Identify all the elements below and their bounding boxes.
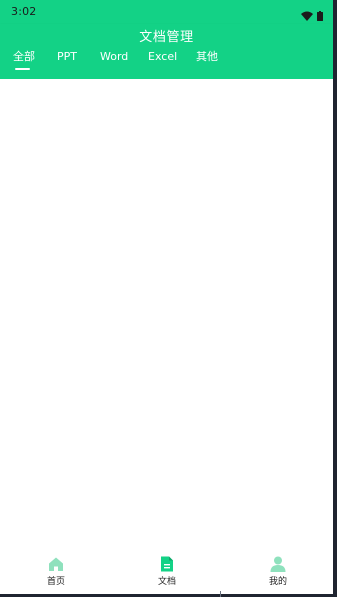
tab-excel[interactable]: Excel: [148, 49, 177, 65]
status-icons: [301, 6, 323, 25]
document-list-area: [0, 79, 333, 548]
nav-label-me: 我的: [268, 577, 287, 587]
nav-item-documents[interactable]: 文档: [137, 556, 197, 592]
home-icon: [48, 556, 64, 572]
person-icon: [270, 556, 286, 572]
nav-item-me[interactable]: 我的: [248, 556, 308, 592]
status-time: 3:02: [11, 5, 37, 18]
page-title: 文档管理: [139, 30, 194, 45]
tab-all[interactable]: 全部: [13, 49, 35, 65]
battery-icon: [317, 6, 323, 25]
phone-screen: 3:02 文档管理 全部 PPT Word Excel 其他 首页 文档 我的: [0, 0, 333, 594]
nav-label-documents: 文档: [157, 577, 176, 587]
tab-other[interactable]: 其他: [196, 49, 218, 65]
document-icon: [159, 556, 175, 572]
tab-word[interactable]: Word: [100, 49, 128, 65]
nav-label-home: 首页: [46, 577, 65, 587]
status-bar: 3:02: [0, 0, 333, 24]
wifi-icon: [301, 6, 313, 25]
app-header: 文档管理 全部 PPT Word Excel 其他: [0, 24, 333, 79]
tab-ppt[interactable]: PPT: [57, 49, 77, 65]
active-tab-indicator: [15, 68, 30, 70]
window-edge-mark: [220, 591, 221, 597]
bottom-nav: 首页 文档 我的: [0, 548, 333, 594]
nav-item-home[interactable]: 首页: [26, 556, 86, 592]
tab-bar: 全部 PPT Word Excel 其他: [0, 49, 333, 71]
